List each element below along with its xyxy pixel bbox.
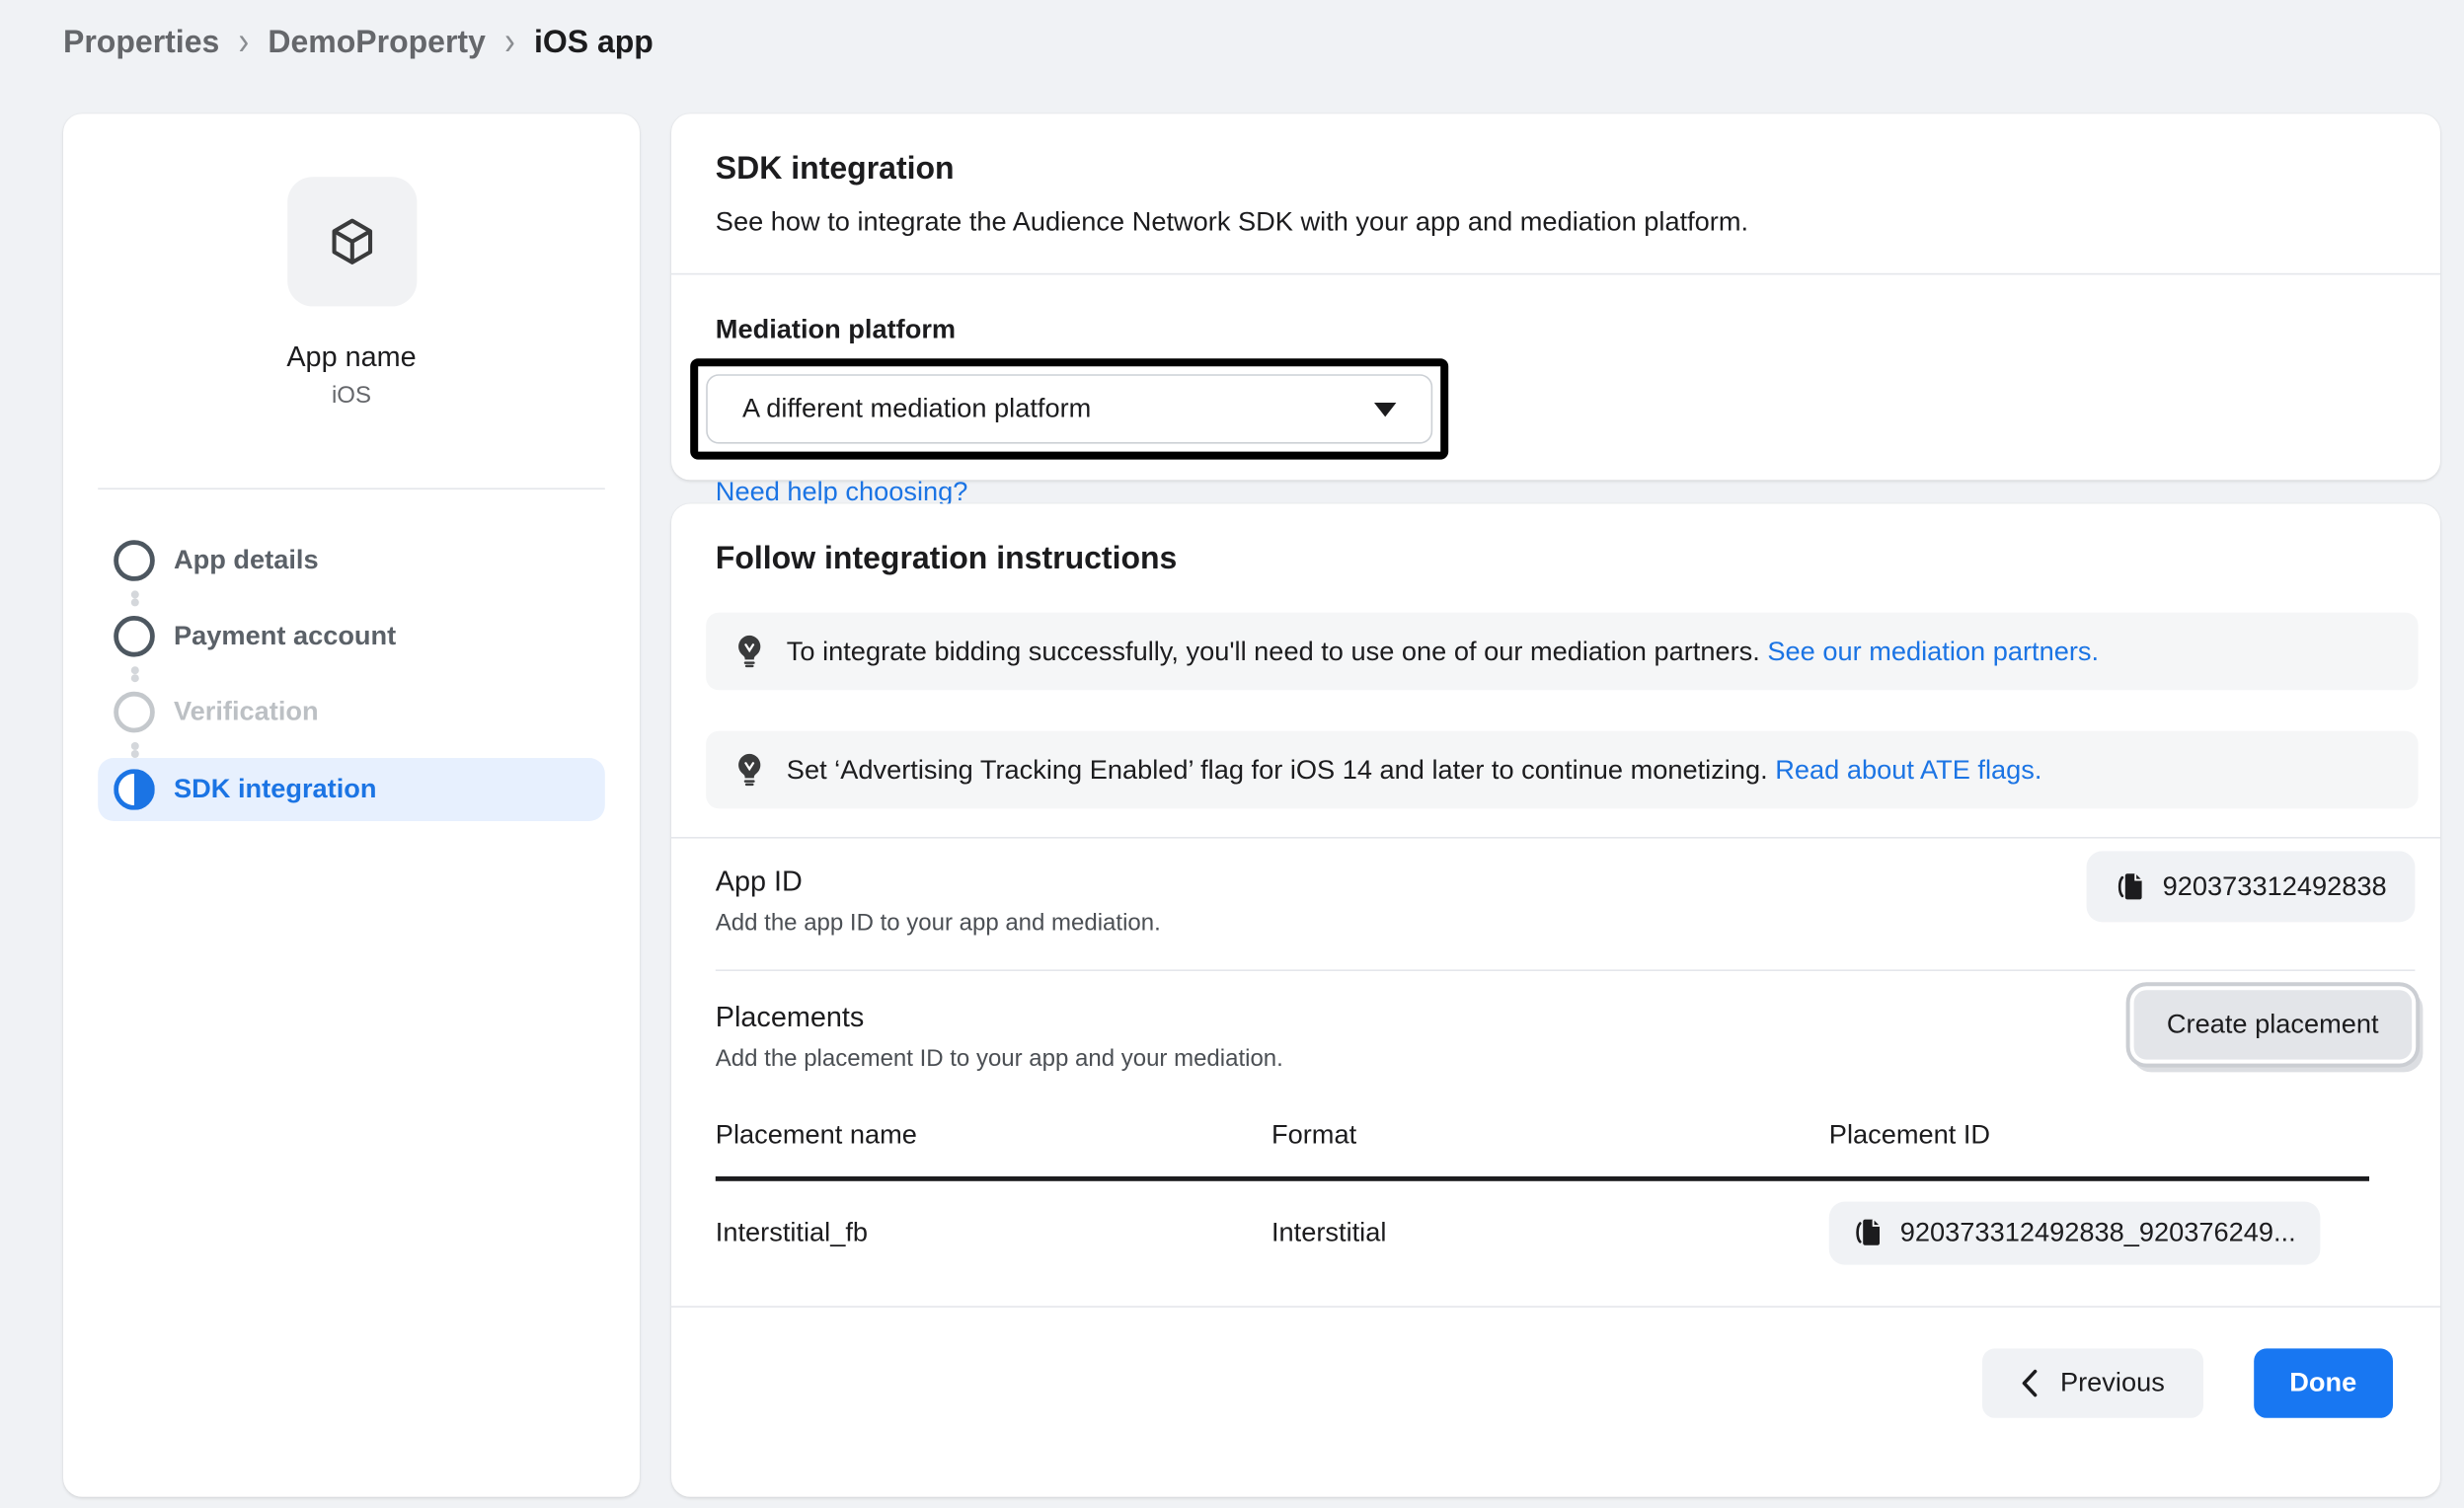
step-label: App details (174, 545, 319, 576)
step-app-details[interactable]: App details (98, 531, 605, 591)
footer-actions: Previous Done (716, 1348, 2396, 1417)
table-row: Interstitial_fb Interstitial 92037331249… (716, 1181, 2396, 1284)
mediation-selected-value: A different mediation platform (742, 393, 1091, 424)
step-circle-icon (114, 616, 155, 657)
breadcrumb-demoproperty[interactable]: DemoProperty (268, 26, 486, 62)
column-header-placement-id: Placement ID (1829, 1119, 2396, 1151)
breadcrumb-ios-app: iOS app (534, 26, 654, 62)
step-half-progress-icon (114, 769, 155, 810)
app-summary-card: App name iOS App details Payment account… (63, 113, 640, 1497)
step-payment-account[interactable]: Payment account (98, 606, 605, 666)
mediation-select-highlight: A different mediation platform (690, 358, 1448, 459)
create-placement-button[interactable]: Create placement (2133, 990, 2412, 1059)
placements-table: Placement name Format Placement ID Inter… (716, 1107, 2396, 1284)
chevron-down-icon (1374, 402, 1396, 415)
tip-text: Set ‘Advertising Tracking Enabled’ flag … (787, 754, 2042, 786)
instructions-panel: Follow integration instructions To integ… (671, 503, 2440, 1496)
page: Properties › DemoProperty › iOS app App … (0, 0, 2464, 1508)
breadcrumb-properties[interactable]: Properties (63, 26, 219, 62)
panel-description: See how to integrate the Audience Networ… (716, 207, 2396, 239)
lightbulb-icon (732, 752, 766, 789)
step-connector (98, 666, 605, 682)
copy-icon (1853, 1218, 1883, 1249)
placements-section: Placements Add the placement ID to your … (716, 971, 2396, 1085)
chevron-right-icon: › (239, 21, 250, 66)
app-id-value: 920373312492838 (2163, 870, 2387, 902)
cube-icon (323, 213, 380, 270)
previous-button[interactable]: Previous (1983, 1348, 2203, 1417)
lightbulb-icon (732, 634, 766, 670)
card-divider (98, 488, 605, 490)
tip-mediation-partners: To integrate bidding successfully, you'l… (706, 613, 2418, 690)
see-mediation-partners-link[interactable]: See our mediation partners. (1767, 636, 2099, 665)
previous-label: Previous (2060, 1368, 2165, 1399)
read-about-ate-flags-link[interactable]: Read about ATE flags. (1775, 754, 2041, 784)
copy-app-id-button[interactable]: 920373312492838 (2087, 851, 2416, 922)
placement-id-value: 920373312492838_920376249... (1900, 1218, 2296, 1249)
setup-steps: App details Payment account Verification… (63, 531, 640, 821)
step-label: SDK integration (174, 774, 377, 805)
mediation-platform-label: Mediation platform (716, 314, 2396, 345)
copy-placement-id-button[interactable]: 920373312492838_920376249... (1829, 1202, 2320, 1265)
column-header-placement-name: Placement name (716, 1119, 1271, 1151)
panel-title: SDK integration (716, 152, 2396, 188)
placements-table-header: Placement name Format Placement ID (716, 1107, 2396, 1176)
divider (671, 273, 2440, 275)
step-connector (98, 742, 605, 758)
placement-id-cell: 920373312492838_920376249... (1829, 1202, 2396, 1265)
step-circle-icon (114, 692, 155, 733)
done-button[interactable]: Done (2253, 1348, 2393, 1417)
step-label: Verification (174, 697, 319, 728)
sdk-integration-panel: SDK integration See how to integrate the… (671, 113, 2440, 480)
step-connector (98, 590, 605, 606)
app-thumbnail (286, 177, 416, 306)
mediation-platform-select[interactable]: A different mediation platform (706, 374, 1432, 443)
app-platform: iOS (63, 382, 640, 409)
divider (671, 1306, 2440, 1308)
app-name: App name (63, 341, 640, 375)
step-label: Payment account (174, 621, 396, 652)
step-verification: Verification (98, 682, 605, 742)
placement-format-cell: Interstitial (1271, 1218, 1829, 1249)
placement-name-cell: Interstitial_fb (716, 1218, 1271, 1249)
app-id-section: App ID Add the app ID to your app and me… (716, 839, 2396, 970)
breadcrumb: Properties › DemoProperty › iOS app (63, 26, 654, 62)
tip-text: To integrate bidding successfully, you'l… (787, 636, 2099, 667)
copy-icon (2116, 870, 2145, 902)
column-header-format: Format (1271, 1119, 1829, 1151)
tip-ate-flag: Set ‘Advertising Tracking Enabled’ flag … (706, 731, 2418, 808)
chevron-right-icon: › (504, 21, 515, 66)
step-sdk-integration[interactable]: SDK integration (98, 758, 605, 821)
chevron-left-icon (2021, 1369, 2040, 1397)
panel-title: Follow integration instructions (716, 542, 2396, 578)
step-circle-icon (114, 540, 155, 581)
